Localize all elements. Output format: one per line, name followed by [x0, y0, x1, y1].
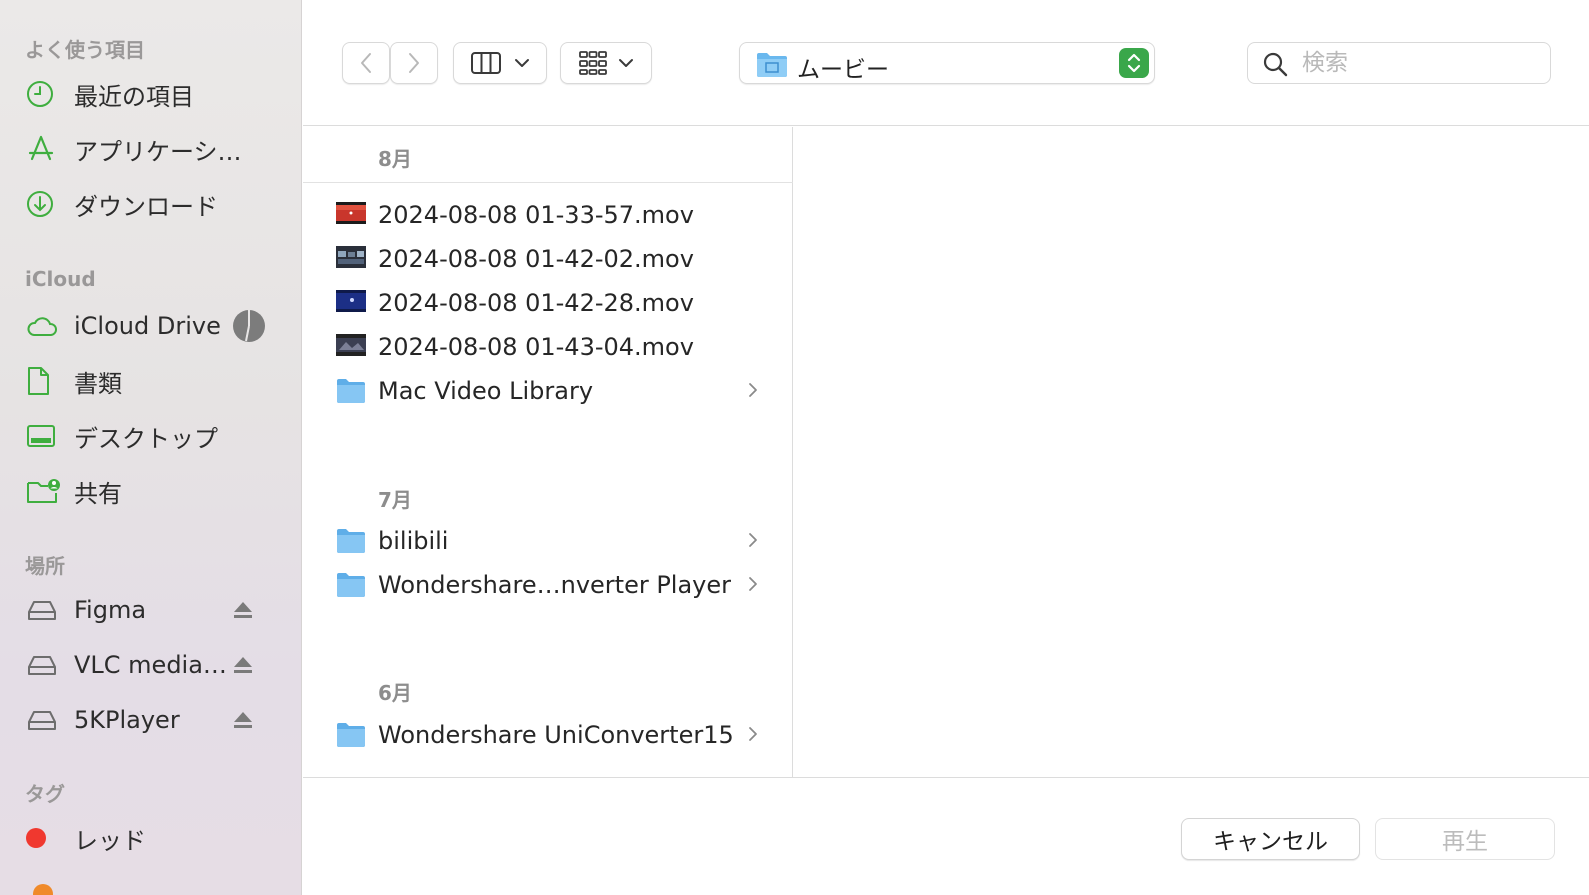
sidebar-item-label: iCloud Drive: [74, 312, 221, 340]
sidebar-item-label: アプリケーシ…: [74, 137, 242, 166]
sidebar-item-label: 最近の項目: [74, 82, 194, 111]
eject-icon[interactable]: [232, 600, 254, 624]
sidebar-item-label: 5KPlayer: [74, 706, 180, 734]
sidebar-item-documents[interactable]: 書類: [26, 361, 286, 401]
desktop-icon: [26, 419, 60, 453]
chevron-right-icon: [748, 726, 758, 746]
sidebar-item-shared[interactable]: 共有: [26, 471, 286, 511]
sidebar-item-figma[interactable]: Figma: [26, 590, 286, 630]
sidebar-item-recents[interactable]: 最近の項目: [26, 74, 286, 114]
locations-section-title: 場所: [25, 554, 65, 578]
sidebar-item-label: ダウンロード: [74, 192, 218, 221]
drive-icon: [26, 648, 60, 682]
eject-icon[interactable]: [232, 710, 254, 734]
dialog-footer: キャンセル 再生: [303, 777, 1589, 895]
file-row[interactable]: 2024-08-08 01-33-57.mov: [303, 193, 793, 237]
video-thumbnail-icon: [336, 288, 366, 318]
sidebar: よく使う項目 最近の項目 アプリケーシ… ダウンロード iCloud iClou…: [0, 0, 302, 895]
tag-dot-icon: [26, 821, 60, 855]
chevron-left-icon: [361, 53, 371, 73]
video-thumbnail-icon: [336, 332, 366, 362]
group-title: 7月: [378, 488, 412, 512]
drive-icon: [26, 703, 60, 737]
group-header-august: 8月: [303, 127, 793, 183]
clock-icon: [26, 77, 60, 111]
search-icon: [1262, 51, 1288, 81]
tags-section-title: タグ: [25, 782, 65, 806]
chevron-right-icon: [409, 53, 419, 73]
folder-row[interactable]: Mac Video Library: [303, 369, 793, 413]
icloud-section-title: iCloud: [25, 267, 96, 291]
up-down-stepper-icon: [1119, 48, 1149, 78]
applications-icon: [26, 132, 60, 166]
view-mode-button[interactable]: [453, 42, 547, 84]
movies-folder-icon: [756, 50, 788, 82]
preview-pane: [794, 127, 1589, 777]
folder-name: bilibili: [378, 527, 449, 555]
file-name: 2024-08-08 01-33-57.mov: [378, 201, 694, 229]
group-by-button[interactable]: [560, 42, 652, 84]
columns-view-icon: [471, 52, 501, 74]
search-field[interactable]: [1247, 42, 1551, 84]
sidebar-item-label: デスクトップ: [74, 424, 218, 453]
folder-name: Wondershare UniConverter15: [378, 721, 734, 749]
sidebar-item-label: 共有: [74, 479, 122, 508]
folder-row[interactable]: bilibili: [303, 519, 793, 563]
folder-name: Mac Video Library: [378, 377, 594, 405]
back-button[interactable]: [342, 42, 390, 84]
drive-icon: [26, 593, 60, 627]
sidebar-item-vlc-media[interactable]: VLC media…: [26, 645, 286, 685]
eject-icon[interactable]: [232, 655, 254, 679]
grid-group-icon: [579, 51, 607, 75]
sidebar-item-5kplayer[interactable]: 5KPlayer: [26, 700, 286, 740]
folder-row[interactable]: Wondershare…nverter Player: [303, 563, 793, 607]
cloud-icon: [26, 309, 60, 343]
folder-icon: [336, 526, 366, 558]
folder-icon: [336, 570, 366, 602]
tag-dot-icon: [33, 884, 53, 895]
download-icon: [26, 187, 60, 221]
sidebar-item-label: VLC media…: [74, 651, 227, 679]
forward-button[interactable]: [390, 42, 438, 84]
video-thumbnail-icon: [336, 244, 366, 274]
sidebar-item-label: レッド: [74, 826, 146, 855]
group-title: 8月: [378, 147, 412, 171]
folder-name: Wondershare…nverter Player: [378, 571, 732, 599]
group-header-july: 7月: [303, 468, 793, 524]
file-row[interactable]: 2024-08-08 01-42-02.mov: [303, 237, 793, 281]
shared-folder-icon: [26, 474, 60, 508]
folder-icon: [336, 376, 366, 408]
file-name: 2024-08-08 01-42-28.mov: [378, 289, 694, 317]
location-label: ムービー: [797, 57, 889, 83]
file-row[interactable]: 2024-08-08 01-43-04.mov: [303, 325, 793, 369]
document-icon: [26, 364, 60, 398]
folder-icon: [336, 720, 366, 752]
play-button[interactable]: 再生: [1375, 818, 1555, 860]
cancel-button[interactable]: キャンセル: [1181, 818, 1360, 860]
sidebar-item-label: Figma: [74, 596, 147, 624]
video-thumbnail-icon: [336, 200, 366, 230]
location-popup[interactable]: ムービー: [739, 42, 1155, 84]
sidebar-item-icloud-drive[interactable]: iCloud Drive: [26, 306, 286, 346]
chevron-down-icon: [515, 59, 529, 67]
folder-row[interactable]: Wondershare UniConverter15: [303, 713, 793, 757]
group-title: 6月: [378, 681, 412, 705]
chevron-right-icon: [748, 576, 758, 596]
sync-progress-icon: [233, 310, 265, 346]
chevron-right-icon: [748, 382, 758, 402]
favorites-section-title: よく使う項目: [25, 38, 145, 62]
group-header-june: 6月: [303, 661, 793, 717]
sidebar-item-applications[interactable]: アプリケーシ…: [26, 129, 286, 169]
chevron-right-icon: [748, 532, 758, 552]
file-name: 2024-08-08 01-42-02.mov: [378, 245, 694, 273]
file-column: 8月 2024-08-08 01-33-57.mov 2024-08-08 01…: [303, 127, 793, 777]
search-input[interactable]: [1302, 49, 1532, 77]
file-row[interactable]: 2024-08-08 01-42-28.mov: [303, 281, 793, 325]
sidebar-item-desktop[interactable]: デスクトップ: [26, 416, 286, 456]
chevron-down-icon: [619, 59, 633, 67]
file-name: 2024-08-08 01-43-04.mov: [378, 333, 694, 361]
sidebar-item-tag-red[interactable]: レッド: [26, 818, 286, 858]
sidebar-item-downloads[interactable]: ダウンロード: [26, 184, 286, 224]
sidebar-item-label: 書類: [74, 369, 122, 398]
